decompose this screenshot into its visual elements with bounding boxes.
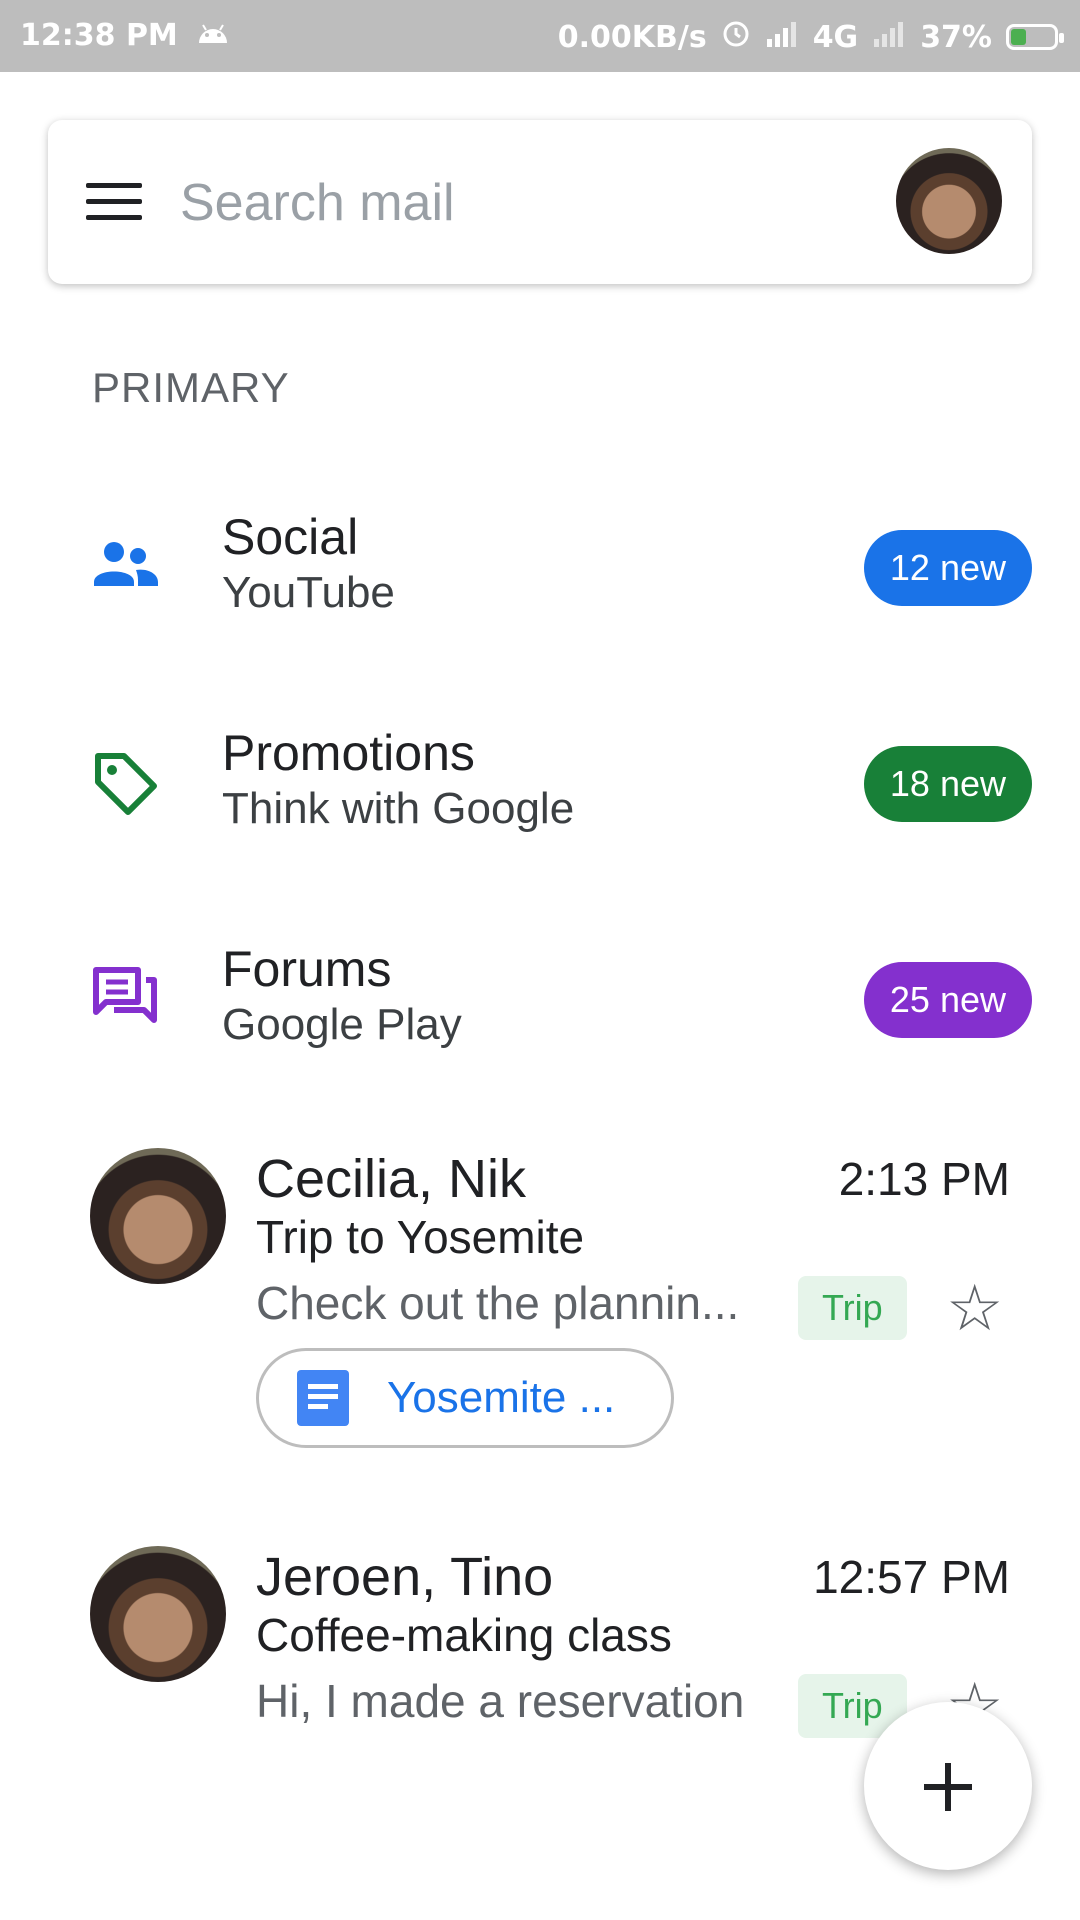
battery-level: 37% — [920, 19, 992, 55]
tag-icon — [90, 746, 162, 818]
email-sender: Cecilia, Nik — [256, 1149, 527, 1209]
signal-icon — [872, 20, 906, 55]
new-count-badge: 25 new — [863, 962, 1032, 1038]
category-social[interactable]: Social YouTube 12 new — [0, 500, 1080, 640]
category-forums[interactable]: Forums Google Play 25 new — [0, 932, 1080, 1072]
search-bar — [48, 120, 1032, 284]
email-item[interactable]: Cecilia, Nik 2:13 PM Trip to Yosemite Ch… — [0, 1148, 1080, 1448]
account-avatar[interactable] — [896, 148, 1002, 254]
menu-icon[interactable] — [86, 180, 142, 224]
sender-avatar — [90, 1148, 226, 1284]
battery-icon — [1006, 24, 1064, 50]
section-label: PRIMARY — [92, 364, 290, 411]
compose-button[interactable] — [864, 1702, 1032, 1870]
email-time: 12:57 PM — [813, 1551, 1010, 1603]
star-icon[interactable]: ☆ — [946, 1276, 1003, 1340]
attachment-name: Yosemite ... — [387, 1373, 616, 1422]
email-preview: Check out the plannin... — [256, 1277, 740, 1329]
new-count-badge: 12 new — [863, 530, 1032, 606]
people-icon — [90, 530, 162, 602]
document-icon — [297, 1370, 349, 1426]
android-icon — [196, 18, 230, 53]
category-promotions[interactable]: Promotions Think with Google 18 new — [0, 716, 1080, 856]
email-subject: Trip to Yosemite — [256, 1211, 585, 1263]
search-input[interactable] — [178, 166, 782, 240]
attachment-chip[interactable]: Yosemite ... — [256, 1348, 674, 1448]
email-time: 2:13 PM — [838, 1153, 1010, 1205]
label-chip: Trip — [798, 1276, 907, 1340]
new-count-badge: 18 new — [863, 746, 1032, 822]
email-sender: Jeroen, Tino — [256, 1547, 554, 1607]
signal-icon — [765, 20, 799, 55]
category-title: Promotions — [222, 725, 475, 781]
category-sender: Google Play — [222, 1000, 462, 1049]
email-preview: Hi, I made a reservation — [256, 1675, 745, 1727]
network-speed: 0.00KB/s — [557, 19, 707, 55]
network-type: 4G — [812, 19, 859, 55]
forum-icon — [90, 962, 162, 1034]
category-sender: YouTube — [222, 568, 395, 617]
category-sender: Think with Google — [222, 784, 575, 833]
email-subject: Coffee-making class — [256, 1609, 672, 1661]
category-title: Social — [222, 509, 359, 565]
sender-avatar — [90, 1546, 226, 1682]
status-bar: 12:38 PM 0.00KB/s 4G 37% — [0, 0, 1080, 72]
category-title: Forums — [222, 941, 392, 997]
status-time: 12:38 PM — [20, 18, 178, 53]
alarm-icon — [721, 18, 751, 56]
